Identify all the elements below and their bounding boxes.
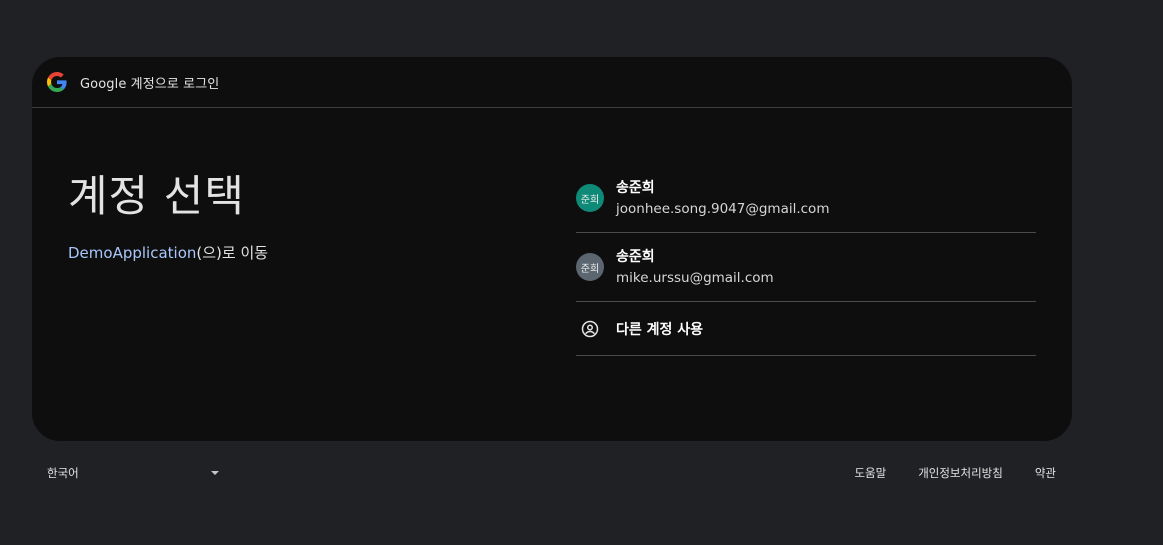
card-header: Google 계정으로 로그인 — [32, 57, 1072, 108]
privacy-link[interactable]: 개인정보처리방침 — [918, 465, 1003, 481]
use-another-account-label: 다른 계정 사용 — [616, 321, 704, 338]
help-link[interactable]: 도움말 — [854, 465, 886, 481]
footer: 한국어 도움말 개인정보처리방침 약관 — [32, 455, 1072, 491]
subtitle: DemoApplication(으)로 이동 — [68, 242, 268, 263]
account-list: 준희 송준희 joonhee.song.9047@gmail.com 준희 송준… — [576, 164, 1036, 356]
terms-link[interactable]: 약관 — [1035, 465, 1056, 481]
use-another-account-button[interactable]: 다른 계정 사용 — [576, 302, 1036, 356]
account-email: mike.urssu@gmail.com — [616, 269, 774, 286]
avatar: 준희 — [576, 253, 604, 281]
account-item-mike[interactable]: 준희 송준희 mike.urssu@gmail.com — [576, 233, 1036, 302]
account-email: joonhee.song.9047@gmail.com — [616, 200, 830, 217]
language-select[interactable]: 한국어 — [47, 465, 219, 481]
account-text: 송준희 mike.urssu@gmail.com — [616, 247, 774, 288]
dropdown-caret-icon — [211, 471, 219, 475]
header-title: Google 계정으로 로그인 — [80, 76, 220, 92]
language-label: 한국어 — [47, 466, 79, 480]
sign-in-card: Google 계정으로 로그인 계정 선택 DemoApplication(으)… — [32, 57, 1072, 441]
app-name-link[interactable]: DemoApplication — [68, 244, 196, 262]
account-name: 송준희 — [616, 248, 655, 265]
account-text: 송준희 joonhee.song.9047@gmail.com — [616, 178, 829, 219]
avatar: 준희 — [576, 184, 604, 212]
account-circle-icon — [576, 320, 604, 338]
google-logo-icon — [47, 72, 67, 92]
left-panel: 계정 선택 DemoApplication(으)로 이동 — [68, 162, 268, 263]
account-name: 송준희 — [616, 179, 655, 196]
subtitle-suffix: (으)로 이동 — [196, 244, 269, 262]
footer-links: 도움말 개인정보처리방침 약관 — [854, 465, 1056, 481]
page-title: 계정 선택 — [68, 172, 245, 222]
account-item-joonhee[interactable]: 준희 송준희 joonhee.song.9047@gmail.com — [576, 164, 1036, 233]
